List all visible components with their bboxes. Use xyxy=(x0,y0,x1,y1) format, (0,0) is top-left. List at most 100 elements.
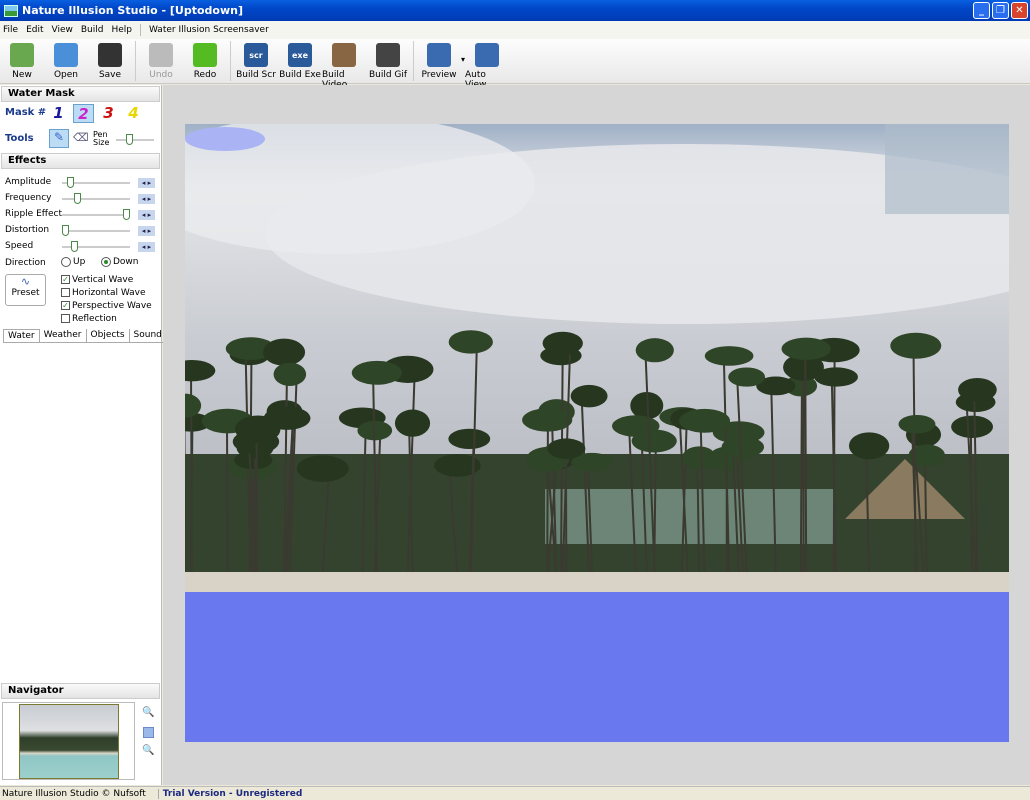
direction-down[interactable]: Down xyxy=(101,257,139,267)
slider-thumb[interactable] xyxy=(71,241,79,252)
tab-sound[interactable]: Sound xyxy=(130,329,167,342)
checkbox-box[interactable] xyxy=(61,314,70,323)
slider-thumb[interactable] xyxy=(74,193,82,204)
zoom-out-icon[interactable]: 🔍 xyxy=(142,707,154,718)
frequency-slider[interactable] xyxy=(62,193,130,204)
mask-2-button[interactable]: 2 xyxy=(73,104,94,123)
title-bar: Nature Illusion Studio - [Uptodown] _ ❐ … xyxy=(0,0,1030,21)
palm-fronds xyxy=(814,367,858,387)
build-video-button[interactable]: Build Video xyxy=(322,39,366,90)
ripple-effect-label: Ripple Effect xyxy=(5,209,62,219)
toolbar-label: Undo xyxy=(149,70,173,80)
distortion-stepper[interactable]: ◂ ▸ xyxy=(138,226,155,236)
frequency-stepper[interactable]: ◂ ▸ xyxy=(138,194,155,204)
brush-tool-icon[interactable]: ✎ xyxy=(49,129,69,148)
beach-photo xyxy=(185,124,1009,742)
toolbar-label: Build Exe xyxy=(279,70,321,80)
canvas-area xyxy=(163,85,1030,785)
palm-fronds xyxy=(547,438,586,459)
save-icon xyxy=(98,43,122,67)
preset-button[interactable]: ∿ Preset xyxy=(5,274,46,306)
checkbox-box[interactable]: ✓ xyxy=(61,275,70,284)
save-button[interactable]: Save xyxy=(88,39,132,80)
mask-4-button[interactable]: 4 xyxy=(123,104,144,123)
ripple-effect-stepper[interactable]: ◂ ▸ xyxy=(138,210,155,220)
open-icon xyxy=(54,43,78,67)
new-button[interactable]: New xyxy=(0,39,44,80)
menu-screensaver[interactable]: Water Illusion Screensaver xyxy=(149,25,269,35)
palm-fronds xyxy=(263,338,306,366)
navigator-view[interactable] xyxy=(2,702,135,780)
menu-bar: File Edit View Build Help Water Illusion… xyxy=(0,21,1030,39)
build-exe-button[interactable]: exe Build Exe xyxy=(278,39,322,80)
reflection-checkbox[interactable]: Reflection xyxy=(61,312,152,325)
build-scr-button[interactable]: scr Build Scr xyxy=(234,39,278,80)
redo-button[interactable]: Redo xyxy=(183,39,227,80)
palm-fronds xyxy=(235,415,281,444)
toolbar-label: Build Gif xyxy=(368,70,408,80)
preview-button[interactable]: Preview xyxy=(417,39,461,80)
distortion-slider[interactable] xyxy=(62,225,130,236)
palm-fronds xyxy=(448,330,493,354)
build-gif-button[interactable]: Build Gif xyxy=(366,39,410,80)
amplitude-slider[interactable] xyxy=(62,177,130,188)
mask-label: Mask # xyxy=(5,107,47,118)
ripple-effect-slider[interactable] xyxy=(62,209,130,220)
menu-file[interactable]: File xyxy=(3,25,18,35)
undo-button[interactable]: Undo xyxy=(139,39,183,80)
palm-trunk xyxy=(804,343,808,575)
checkbox-box[interactable]: ✓ xyxy=(61,301,70,310)
pen-size-slider[interactable] xyxy=(116,134,154,145)
palm-fronds xyxy=(721,436,765,458)
vertical-wave-checkbox[interactable]: ✓ Vertical Wave xyxy=(61,273,152,286)
palm-fronds xyxy=(635,338,674,363)
menu-build[interactable]: Build xyxy=(81,25,104,35)
toolbar: New Open Save Undo Redo scr Build Scr exe Build … xyxy=(0,39,1030,90)
menu-edit[interactable]: Edit xyxy=(26,25,43,35)
palm-trunk xyxy=(255,424,259,575)
mask-3-button[interactable]: 3 xyxy=(98,104,119,123)
open-button[interactable]: Open xyxy=(44,39,88,80)
toolbar-label: Build Scr xyxy=(236,70,276,80)
fit-view-icon[interactable] xyxy=(143,727,154,738)
photo-canvas[interactable] xyxy=(185,124,1009,742)
speed-stepper[interactable]: ◂ ▸ xyxy=(138,242,155,252)
menu-view[interactable]: View xyxy=(52,25,73,35)
close-button[interactable]: ✕ xyxy=(1011,2,1028,19)
toolbar-label: Save xyxy=(98,70,122,80)
slider-thumb[interactable] xyxy=(66,177,74,188)
amplitude-stepper[interactable]: ◂ ▸ xyxy=(138,178,155,188)
perspective-wave-checkbox[interactable]: ✓ Perspective Wave xyxy=(61,299,152,312)
menu-help[interactable]: Help xyxy=(111,25,132,35)
slider-thumb[interactable] xyxy=(122,209,130,220)
eraser-tool-icon[interactable]: ⌫ xyxy=(73,131,89,144)
zoom-in-icon[interactable]: 🔍 xyxy=(142,745,154,756)
panel-tabs: Water Weather Objects Sound xyxy=(3,329,167,343)
auto-view-button[interactable]: Auto View xyxy=(465,39,509,90)
slider-thumb[interactable] xyxy=(62,225,69,236)
palm-fronds xyxy=(351,360,402,385)
speed-slider[interactable] xyxy=(62,241,130,252)
palm-fronds xyxy=(958,378,997,402)
checkbox-box[interactable] xyxy=(61,288,70,297)
minimize-button[interactable]: _ xyxy=(973,2,990,19)
direction-up[interactable]: Up xyxy=(61,257,85,267)
wave-icon: ∿ xyxy=(20,275,31,288)
tab-water[interactable]: Water xyxy=(3,329,40,342)
toolbar-divider xyxy=(135,41,136,81)
scr-icon: scr xyxy=(244,43,268,67)
palm-fronds xyxy=(570,384,608,408)
film-reel-icon xyxy=(332,43,356,67)
window-title: Nature Illusion Studio - [Uptodown] xyxy=(22,4,243,17)
palm-fronds xyxy=(448,428,491,450)
slider-thumb[interactable] xyxy=(126,134,134,145)
mask-1-button[interactable]: 1 xyxy=(48,104,69,123)
tab-objects[interactable]: Objects xyxy=(87,329,130,342)
horizontal-wave-checkbox[interactable]: Horizontal Wave xyxy=(61,286,152,299)
maximize-button[interactable]: ❐ xyxy=(992,2,1009,19)
radio-down[interactable] xyxy=(101,257,111,267)
tab-weather[interactable]: Weather xyxy=(40,329,87,342)
radio-up[interactable] xyxy=(61,257,71,267)
palm-fronds xyxy=(296,455,349,482)
menu-divider xyxy=(139,24,141,36)
